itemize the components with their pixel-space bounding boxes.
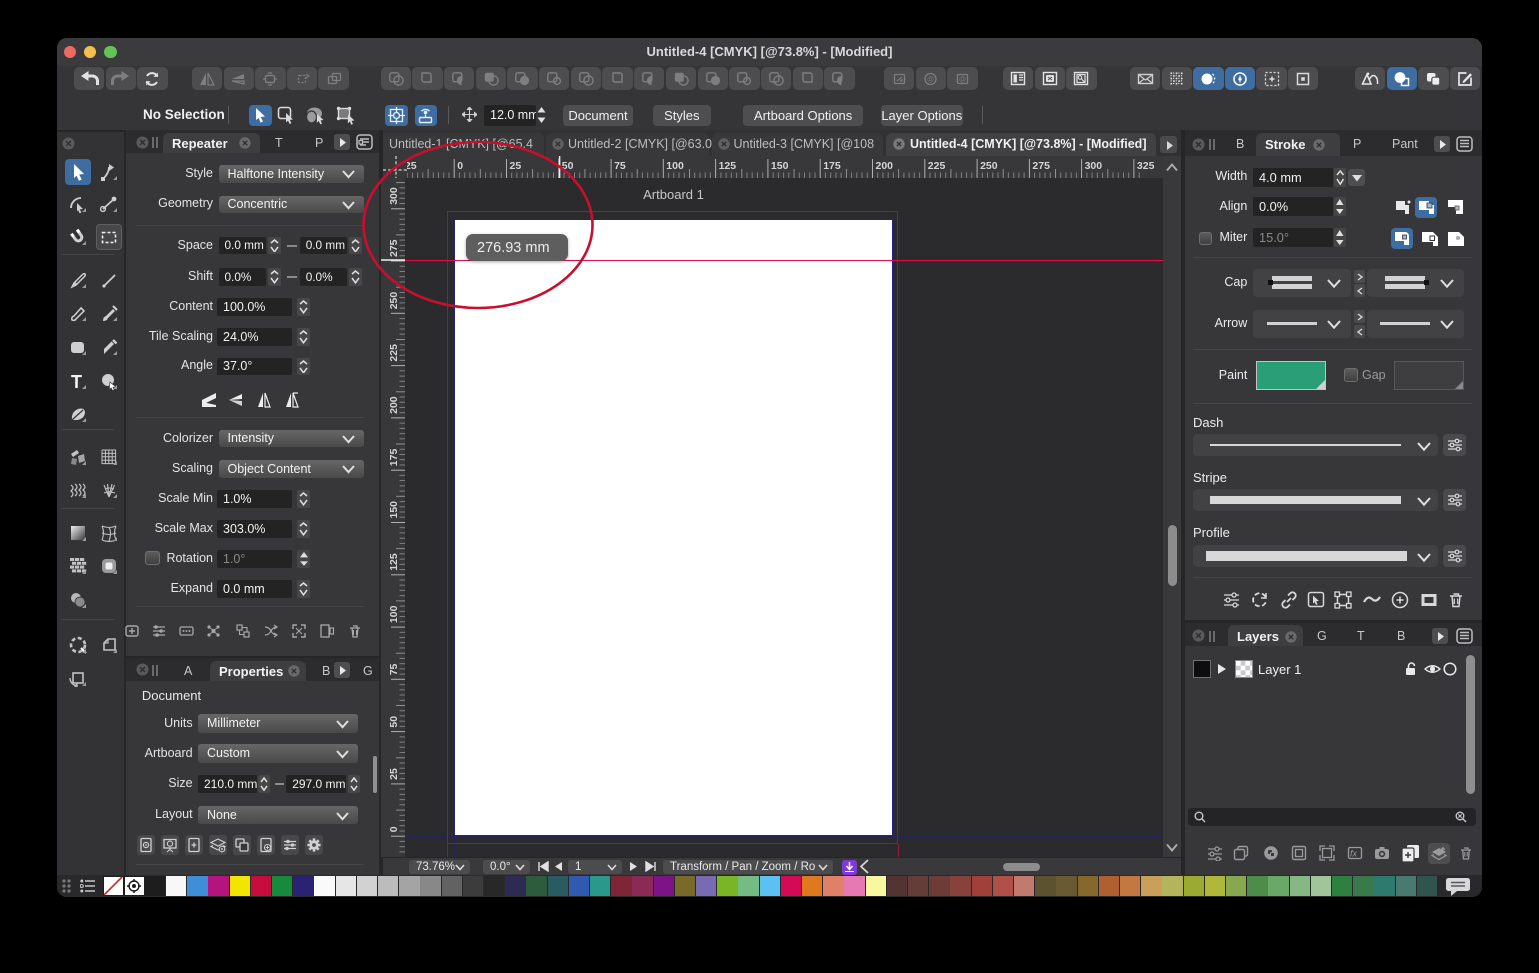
svg-text:25: 25 [388, 768, 400, 780]
svg-text:0: 0 [388, 826, 400, 832]
svg-text:225: 225 [928, 160, 946, 172]
svg-text:300: 300 [1085, 160, 1103, 172]
svg-text:100: 100 [666, 160, 684, 172]
svg-text:275: 275 [1032, 160, 1050, 172]
svg-text:75: 75 [614, 160, 626, 172]
svg-text:150: 150 [388, 501, 400, 519]
svg-text:125: 125 [388, 553, 400, 571]
svg-text:325: 325 [1137, 160, 1155, 172]
svg-text:150: 150 [771, 160, 789, 172]
svg-text:225: 225 [388, 344, 400, 362]
svg-text:125: 125 [719, 160, 737, 172]
svg-text:@: @ [927, 76, 934, 83]
svg-text:T: T [71, 372, 82, 390]
svg-text:175: 175 [823, 160, 841, 172]
svg-text:fx: fx [1350, 849, 1358, 859]
svg-text:200: 200 [388, 396, 400, 414]
svg-text:@: @ [959, 76, 966, 83]
svg-text:250: 250 [980, 160, 998, 172]
svg-text:75: 75 [388, 663, 400, 675]
svg-text:50: 50 [388, 716, 400, 728]
svg-text:200: 200 [876, 160, 894, 172]
svg-text:100: 100 [388, 605, 400, 623]
svg-text:175: 175 [388, 449, 400, 467]
